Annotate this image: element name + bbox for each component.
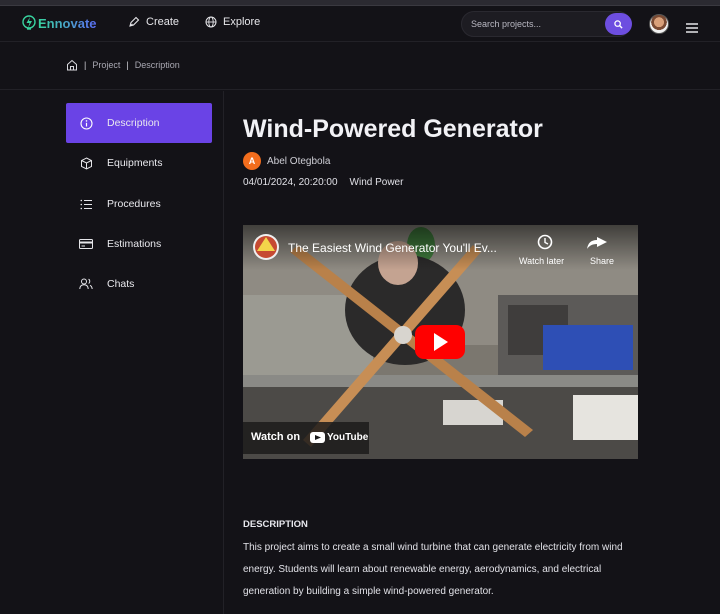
video-title[interactable]: The Easiest Wind Generator You'll Ev... [288,241,497,255]
project-sidebar: Description Equipments Procedures Estima… [0,91,224,614]
project-title: Wind-Powered Generator [243,115,543,143]
info-icon [68,116,104,130]
bolt-logo-icon [22,15,36,30]
nav-create-link[interactable]: Create [128,16,179,28]
search-bar [461,11,632,37]
search-icon [614,19,623,29]
top-navbar: Ennovate Create Explore [0,6,720,42]
description-text: This project aims to create a small wind… [243,542,623,597]
youtube-logo-text: YouTube [327,432,369,443]
nav-explore-label: Explore [223,16,261,28]
breadcrumb-separator: | [84,60,87,70]
breadcrumb: | Project | Description [66,59,180,71]
nav-explore-link[interactable]: Explore [205,16,260,28]
youtube-video-embed[interactable]: The Easiest Wind Generator You'll Ev... … [243,225,638,459]
globe-icon [205,16,217,28]
sidebar-item-chats[interactable]: Chats [66,264,212,304]
sidebar-item-label: Equipments [107,157,163,169]
list-icon [68,199,104,210]
sidebar-item-label: Estimations [107,238,162,250]
sidebar-item-estimations[interactable]: Estimations [66,224,212,264]
description-heading: DESCRIPTION [243,519,308,530]
nav-create-label: Create [146,16,180,28]
home-icon[interactable] [66,59,78,71]
breadcrumb-bar: | Project | Description [0,43,720,90]
project-meta: 04/01/2024, 20:20:00 Wind Power [243,177,403,188]
breadcrumb-separator: | [126,60,129,70]
sidebar-item-description[interactable]: Description [66,103,212,143]
sidebar-item-procedures[interactable]: Procedures [66,184,212,224]
author-row: A Abel Otegbola [243,152,330,170]
watch-on-label[interactable]: Watch on [251,431,300,443]
pen-icon [129,16,140,27]
author-name[interactable]: Abel Otegbola [267,156,330,167]
project-date: 04/01/2024, 20:20:00 [243,177,338,188]
brand-name: Ennovate [38,15,97,31]
sidebar-item-equipments[interactable]: Equipments [66,143,212,183]
breadcrumb-project[interactable]: Project [92,60,120,70]
author-avatar[interactable]: A [243,152,261,170]
card-icon [68,239,104,249]
users-icon [68,278,104,290]
hamburger-menu-icon[interactable] [686,23,698,33]
watch-later-label[interactable]: Watch later [519,256,564,266]
brand-logo[interactable]: Ennovate [22,14,97,32]
sidebar-item-label: Chats [107,278,135,290]
breadcrumb-description[interactable]: Description [135,60,180,70]
box-icon [68,156,104,170]
project-category: Wind Power [349,177,404,188]
share-label[interactable]: Share [590,256,614,266]
user-avatar[interactable] [649,14,669,34]
search-button[interactable] [605,13,632,35]
video-thumbnail [243,225,638,459]
sidebar-item-label: Procedures [107,198,161,210]
search-input[interactable] [471,17,591,31]
sidebar-item-label: Description [107,117,160,129]
